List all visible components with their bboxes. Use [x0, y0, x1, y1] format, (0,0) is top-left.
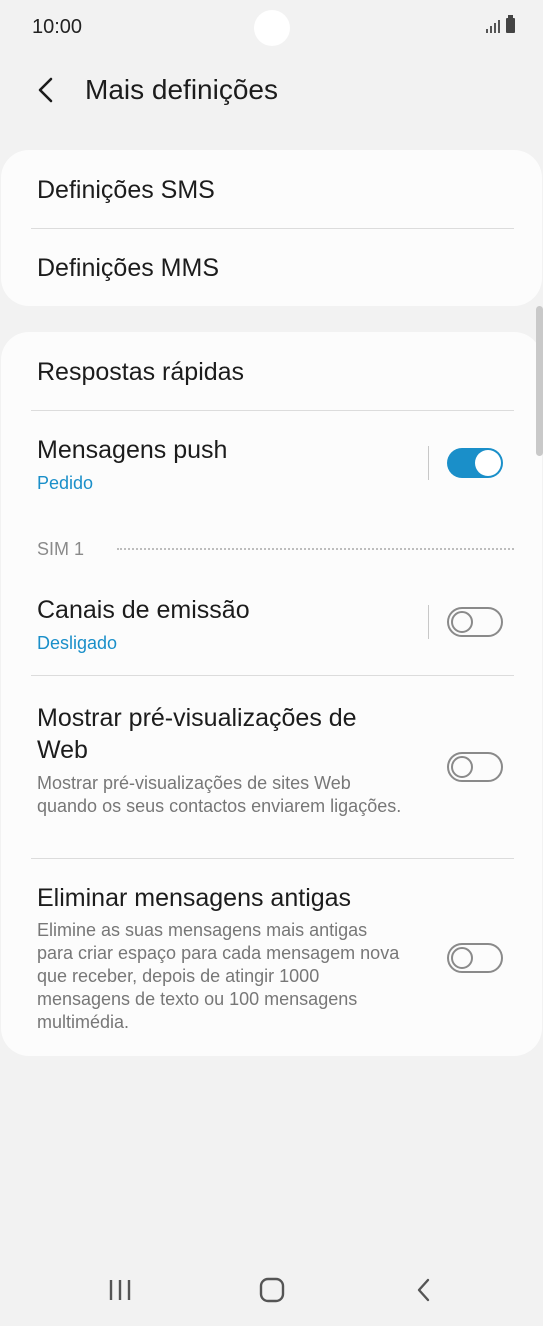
- broadcast-channels-label: Canais de emissão: [37, 596, 250, 624]
- toggle-knob: [451, 756, 473, 778]
- toggle-knob: [451, 611, 473, 633]
- navigation-bar: [0, 1254, 543, 1326]
- web-preview-label: Mostrar pré-visualizações de Web: [37, 704, 357, 764]
- back-button[interactable]: [26, 70, 66, 110]
- mms-settings-label: Definições MMS: [37, 254, 219, 282]
- push-messages-status: Pedido: [37, 473, 94, 493]
- web-preview-description: Mostrar pré-visualizações de sites Web q…: [37, 773, 402, 816]
- scrollbar[interactable]: [536, 306, 543, 456]
- home-icon: [259, 1277, 285, 1303]
- system-back-button[interactable]: [402, 1270, 446, 1310]
- quick-replies-label: Respostas rápidas: [37, 358, 245, 386]
- status-bar: 10:00: [0, 0, 543, 56]
- push-messages-item[interactable]: Mensagens push Pedido: [37, 436, 227, 494]
- mms-settings-item[interactable]: Definições MMS: [37, 254, 219, 283]
- section-header-sim1: SIM 1: [37, 539, 85, 559]
- settings-group-messages: Definições SMS Definições MMS: [1, 150, 542, 306]
- signal-icon: [486, 19, 500, 33]
- divider: [31, 858, 514, 859]
- web-preview-item[interactable]: Mostrar pré-visualizações de Web Mostrar…: [37, 702, 407, 818]
- quick-replies-item[interactable]: Respostas rápidas: [37, 358, 244, 387]
- push-messages-toggle[interactable]: [447, 448, 503, 478]
- section-dotted-line: [117, 548, 514, 550]
- back-icon: [417, 1278, 430, 1302]
- divider: [31, 410, 514, 411]
- delete-old-messages-label: Eliminar mensagens antigas: [37, 884, 352, 912]
- toggle-knob: [475, 450, 501, 476]
- broadcast-channels-toggle[interactable]: [447, 607, 503, 637]
- page-title: Mais definições: [85, 74, 278, 105]
- status-time: 10:00: [32, 16, 83, 38]
- push-messages-label: Mensagens push: [37, 436, 228, 464]
- status-icons: [486, 15, 515, 33]
- toggle-knob: [451, 947, 473, 969]
- broadcast-channels-status: Desligado: [37, 633, 118, 653]
- broadcast-channels-item[interactable]: Canais de emissão Desligado: [37, 596, 250, 654]
- divider: [31, 675, 514, 676]
- separator: [428, 605, 429, 639]
- recent-apps-icon: [109, 1280, 131, 1300]
- camera-cutout: [254, 10, 290, 46]
- chevron-left-icon: [38, 77, 53, 103]
- settings-group-other: Respostas rápidas Mensagens push Pedido …: [1, 332, 542, 1056]
- divider: [31, 228, 514, 229]
- battery-icon: [506, 15, 515, 33]
- sms-settings-label: Definições SMS: [37, 176, 215, 204]
- delete-old-messages-item[interactable]: Eliminar mensagens antigas Elimine as su…: [37, 884, 407, 1034]
- separator: [428, 446, 429, 480]
- sms-settings-item[interactable]: Definições SMS: [37, 176, 215, 205]
- delete-old-messages-description: Elimine as suas mensagens mais antigas p…: [37, 920, 400, 1032]
- delete-old-messages-toggle[interactable]: [447, 943, 503, 973]
- recent-apps-button[interactable]: [98, 1270, 142, 1310]
- home-button[interactable]: [250, 1270, 294, 1310]
- app-header: Mais definições: [0, 56, 543, 126]
- web-preview-toggle[interactable]: [447, 752, 503, 782]
